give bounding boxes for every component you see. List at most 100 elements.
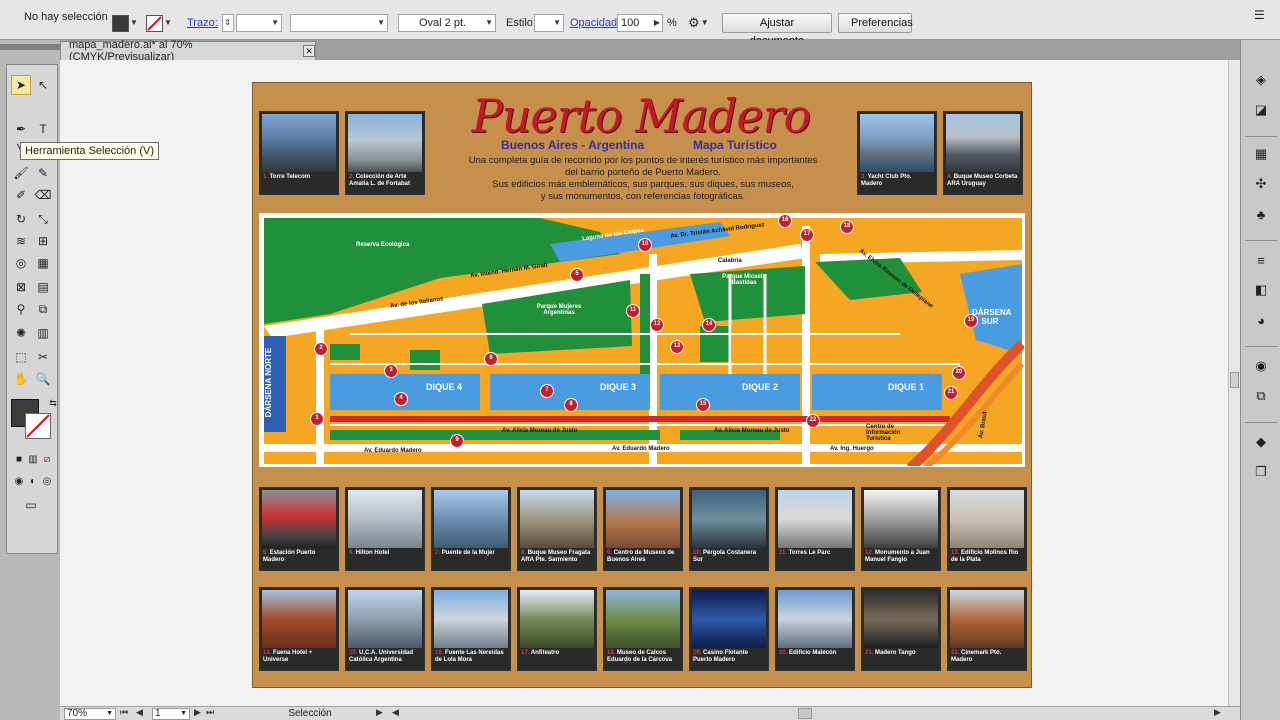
map-marker[interactable]: 7 (540, 384, 554, 398)
map-marker[interactable]: 9 (450, 434, 464, 448)
column-graph-tool-icon[interactable]: ▥ (33, 323, 53, 343)
close-icon[interactable]: ✕ (303, 45, 315, 57)
artboard-tool-icon[interactable]: ⬚ (11, 347, 31, 367)
free-transform-tool-icon[interactable]: ⊞ (33, 231, 53, 251)
artboard[interactable]: 1. Torre Telecom 2. Colección de Arte Am… (252, 82, 1032, 688)
blob-brush-tool-icon[interactable]: ✐ (11, 185, 31, 205)
prev-page-icon[interactable]: ◀ (136, 707, 143, 718)
map-marker[interactable]: 19 (964, 314, 978, 328)
symbols-icon[interactable]: ♣ (1251, 204, 1271, 224)
style-select[interactable]: ▼ (534, 14, 564, 32)
photo-card[interactable]: 1. Torre Telecom (259, 111, 339, 195)
fill-color-control[interactable]: ▼ (112, 12, 139, 34)
preferences-button[interactable]: Preferencias (838, 13, 913, 33)
rotate-tool-icon[interactable]: ↻ (11, 209, 31, 229)
photo-card[interactable]: 13. Edificio Molinos Río de la Plata (947, 487, 1027, 571)
map-marker[interactable]: 3 (384, 364, 398, 378)
map-marker[interactable]: 12 (650, 318, 664, 332)
map-marker[interactable]: 5 (570, 268, 584, 282)
photo-card[interactable]: 10. Pérgola Costanera Sur (689, 487, 769, 571)
eraser-tool-icon[interactable]: ⌫ (33, 185, 53, 205)
preferences-wrap[interactable]: Preferencias (838, 12, 913, 34)
color-guide-icon[interactable]: ◪ (1251, 100, 1271, 120)
opacity-label-text[interactable]: Opacidad: (570, 17, 620, 29)
map-marker[interactable]: 10 (638, 238, 652, 252)
photo-card[interactable]: 19. Casino Flotante Puerto Madero (689, 587, 769, 671)
map-marker[interactable]: 22 (806, 414, 820, 428)
map-marker[interactable]: 14 (702, 318, 716, 332)
next-page-icon[interactable]: ▶ (194, 707, 201, 718)
symbol-sprayer-tool-icon[interactable]: ✺ (11, 323, 31, 343)
swatches-icon[interactable]: ▦ (1251, 144, 1271, 164)
shape-builder-tool-icon[interactable]: ◎ (11, 253, 31, 273)
scale-tool-icon[interactable]: ⤡ (33, 209, 53, 229)
map-marker[interactable]: 21 (944, 386, 958, 400)
photo-card[interactable]: 15. U.C.A. Universidad Católica Argentin… (345, 587, 425, 671)
scroll-right-icon[interactable]: ▶ (1214, 707, 1221, 718)
map-marker[interactable]: 13 (670, 340, 684, 354)
map-marker[interactable]: 4 (394, 392, 408, 406)
selection-tool-icon[interactable]: ➤ (11, 75, 31, 95)
fit-document-wrap[interactable]: Ajustar documento (722, 12, 832, 47)
draw-inside-icon[interactable]: ◎ (37, 471, 57, 491)
appearance-icon[interactable]: ◉ (1251, 356, 1271, 376)
map-marker[interactable]: 18 (840, 220, 854, 234)
photo-card[interactable]: 5. Estación Puerto Madero (259, 487, 339, 571)
pen-tool-icon[interactable]: ✒ (11, 119, 31, 139)
zoom-select[interactable]: 70% ▼ (64, 708, 116, 720)
photo-card[interactable]: 11. Torres Le Parc (775, 487, 855, 571)
opacity-input[interactable]: 100 ▶ (617, 14, 663, 32)
photo-card[interactable]: 2. Colección de Arte Amalia L. de Fortab… (345, 111, 425, 195)
chevron-down-icon[interactable]: ▼ (129, 14, 139, 32)
graphic-styles-icon[interactable]: ⧉ (1251, 386, 1271, 406)
opacity-control[interactable]: 100 ▶ % (617, 12, 677, 34)
canvas[interactable]: 1. Torre Telecom 2. Colección de Arte Am… (60, 60, 1228, 706)
first-page-icon[interactable]: ⏮ (120, 707, 128, 718)
warp-tool-icon[interactable]: ≋ (11, 231, 31, 251)
style-control[interactable]: ▼ (534, 12, 564, 34)
last-page-icon[interactable]: ⏭ (206, 707, 214, 718)
photo-card[interactable]: 14. Faena Hotel + Universe (259, 587, 339, 671)
gradient-tool-icon[interactable]: ▤ (33, 277, 53, 297)
photo-card[interactable]: 4. Buque Museo Corbeta ARA Uruguay (943, 111, 1023, 195)
none-swatch-icon[interactable] (146, 14, 163, 32)
variable-width-profile[interactable]: ▼ (290, 12, 388, 34)
photo-card[interactable]: 8. Buque Museo Fragata ARA Pte. Sarmient… (517, 487, 597, 571)
layers-icon[interactable]: ◆ (1251, 432, 1271, 452)
map-marker[interactable]: 11 (626, 304, 640, 318)
type-tool-icon[interactable]: T (33, 119, 53, 139)
recolor-artwork-icon[interactable]: ⚙ (688, 15, 700, 31)
photo-card[interactable]: 3. Yacht Club Pto. Madero (857, 111, 937, 195)
stroke-panel-icon[interactable]: ≡ (1251, 250, 1271, 270)
zoom-tool-icon[interactable]: 🔍 (33, 369, 53, 389)
scroll-left-icon[interactable]: ◀ (392, 707, 399, 718)
stroke-label[interactable]: Trazo: (187, 12, 218, 34)
slice-tool-icon[interactable]: ✂ (33, 347, 53, 367)
brush-select[interactable]: Oval 2 pt. ▼ (398, 14, 496, 32)
document-tab[interactable]: mapa_madero.ai* al 70% (CMYK/Previsualiz… (60, 39, 316, 63)
stroke-weight-input[interactable]: ▼ (236, 14, 282, 32)
transparency-icon[interactable]: ◕ (1251, 310, 1271, 330)
photo-card[interactable]: 6. Hilton Hotel (345, 487, 425, 571)
tourist-map[interactable]: Reserva Ecológica Laguna de los Coipos A… (259, 213, 1025, 467)
photo-card[interactable]: 12. Monumento a Juan Manuel Fangio (861, 487, 941, 571)
scrollbar-thumb[interactable] (1230, 372, 1239, 388)
perspective-grid-tool-icon[interactable]: ▦ (33, 253, 53, 273)
map-marker[interactable]: 2 (314, 342, 328, 356)
map-marker[interactable]: 20 (952, 366, 966, 380)
page-select[interactable]: 1 ▼ (152, 708, 190, 720)
brush-definition[interactable]: Oval 2 pt. ▼ (398, 12, 496, 34)
stroke-color-icon[interactable] (25, 413, 51, 439)
vertical-scrollbar[interactable] (1228, 60, 1240, 706)
recolor-icon[interactable]: ⚙ ▼ (688, 12, 710, 34)
chevron-down-icon[interactable]: ▼ (700, 14, 710, 32)
panel-grip[interactable] (0, 44, 60, 50)
gradient-panel-icon[interactable]: ◧ (1251, 280, 1271, 300)
fill-swatch[interactable] (112, 14, 129, 32)
status-menu-icon[interactable]: ▶ (376, 707, 383, 718)
hand-tool-icon[interactable]: ✋ (11, 369, 31, 389)
artboards-icon[interactable]: ❐ (1251, 462, 1271, 482)
photo-card[interactable]: 22. Cinemark Pto. Madero (947, 587, 1027, 671)
map-marker[interactable]: 1 (310, 412, 324, 426)
panel-menu-icon[interactable]: ☰ (1254, 8, 1265, 22)
